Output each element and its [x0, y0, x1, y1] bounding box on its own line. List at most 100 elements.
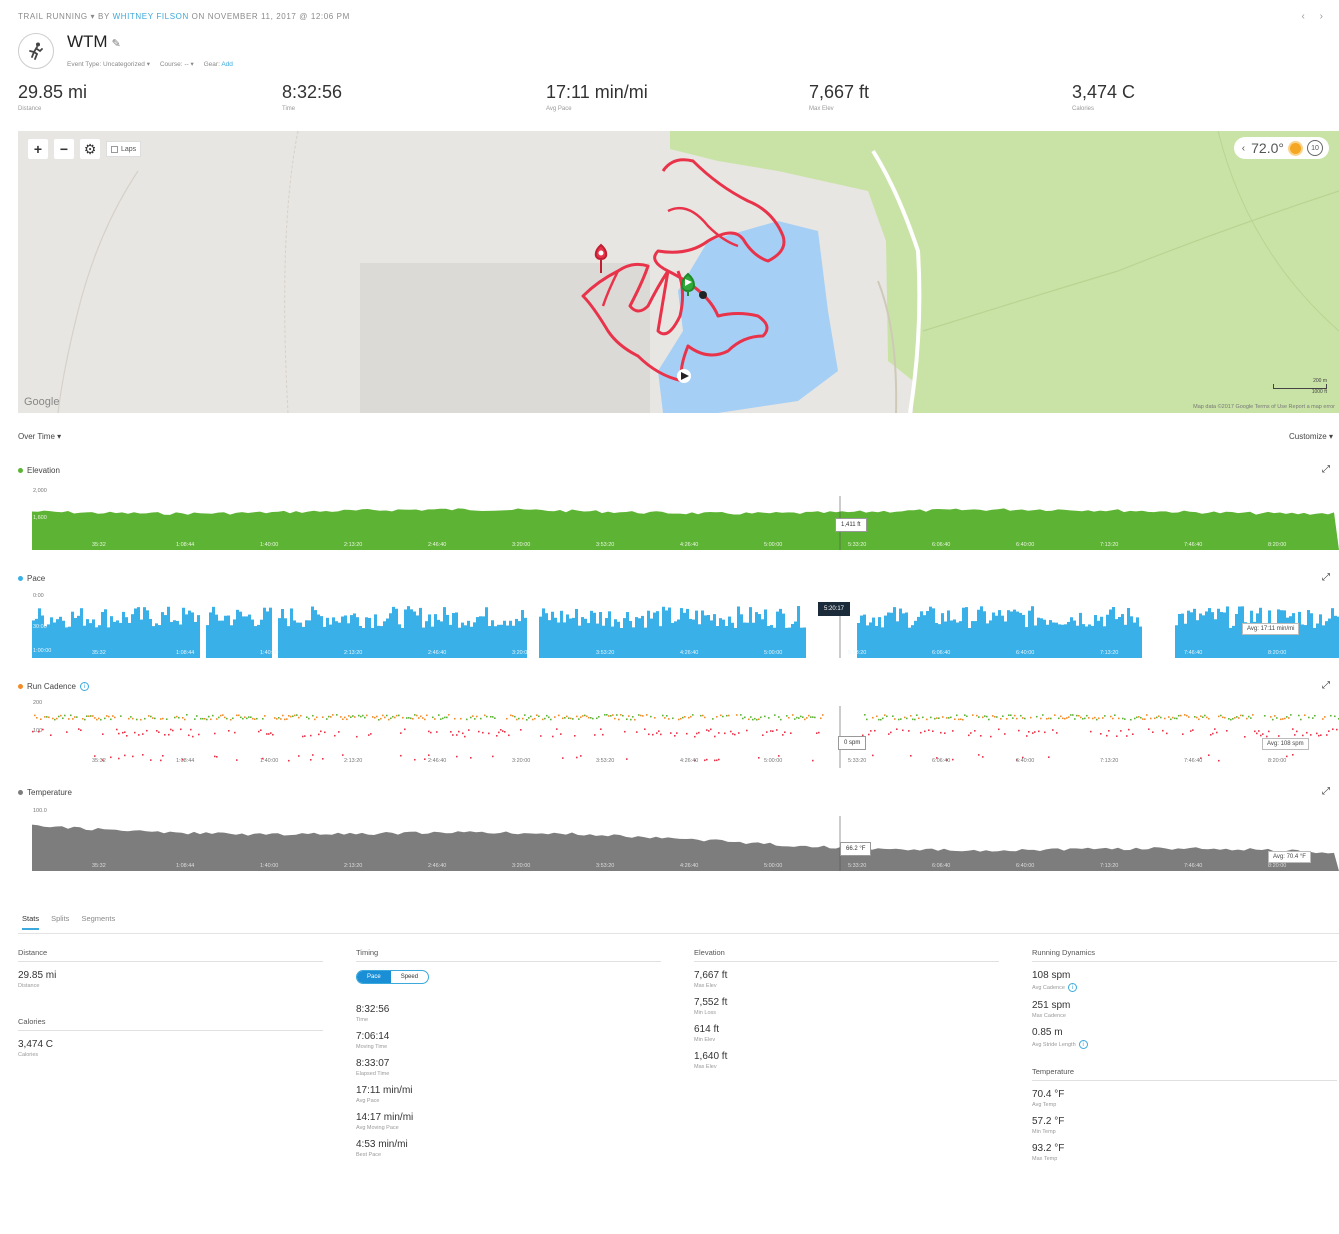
cadence-point	[338, 731, 340, 733]
cadence-point	[1160, 716, 1162, 719]
cadence-point	[880, 718, 882, 721]
pace-bar	[128, 622, 131, 658]
cadence-point	[72, 718, 74, 720]
avg-cadence-info-icon[interactable]: i	[1067, 983, 1077, 992]
tab-segments[interactable]: Segments	[81, 914, 115, 930]
cadence-point	[242, 717, 244, 720]
cadence-point	[472, 715, 474, 717]
event-type-dropdown[interactable]: Event Type: Uncategorized ▾	[67, 61, 150, 68]
expand-temperature-icon[interactable]: ⤢	[1322, 786, 1330, 797]
chevron-left-icon[interactable]: ‹	[1242, 143, 1245, 154]
pace-bar	[314, 610, 317, 658]
pace-bar	[1205, 611, 1208, 658]
temperature-chart-title[interactable]: Temperature	[18, 788, 72, 797]
cadence-info-icon[interactable]: i	[79, 682, 89, 691]
toggle-pace[interactable]: Pace	[357, 971, 391, 983]
cadence-point	[658, 730, 660, 732]
pace-bar	[872, 617, 875, 658]
elevation-chart-title[interactable]: Elevation	[18, 466, 60, 475]
stride-info-icon[interactable]: i	[1078, 1040, 1088, 1049]
tab-stats[interactable]: Stats	[22, 914, 40, 930]
stat-elapsed-time: 8:33:07 Elapsed Time	[356, 1058, 661, 1077]
cadence-point	[50, 734, 52, 736]
cadence-point	[512, 715, 514, 717]
cadence-point	[262, 718, 264, 720]
cadence-point	[1154, 717, 1156, 720]
temperature-tooltip: 66.2 °F	[840, 842, 872, 856]
cadence-point	[1110, 715, 1112, 718]
cadence-point	[950, 716, 952, 719]
pace-bar	[323, 626, 326, 658]
pace-bar	[416, 615, 419, 658]
cadence-point	[650, 715, 652, 718]
laps-toggle[interactable]: Laps	[106, 141, 142, 157]
pace-bar	[629, 620, 632, 658]
cadence-point	[166, 718, 168, 720]
cadence-point	[1318, 734, 1320, 737]
cadence-point	[502, 730, 504, 732]
course-dropdown[interactable]: Course: -- ▾	[160, 61, 194, 68]
zoom-out-button[interactable]: −	[54, 139, 74, 159]
cadence-point	[1014, 714, 1016, 717]
google-logo: Google	[24, 396, 60, 408]
pace-bar	[329, 624, 332, 658]
cadence-point	[250, 716, 252, 718]
customize-dropdown[interactable]: Customize ▾	[1289, 432, 1333, 441]
cadence-point	[740, 714, 742, 716]
pace-bar	[878, 617, 881, 658]
toggle-speed[interactable]: Speed	[391, 971, 428, 983]
pace-bar	[959, 621, 962, 658]
cadence-point	[660, 733, 662, 736]
cadence-point	[484, 714, 486, 717]
cadence-point	[128, 717, 130, 720]
pace-bar	[1037, 617, 1040, 658]
cadence-point	[518, 717, 520, 720]
cadence-point	[124, 731, 126, 733]
cadence-point	[376, 715, 378, 718]
cadence-point	[458, 730, 460, 733]
cadence-point	[1046, 718, 1048, 720]
cadence-point	[1026, 735, 1028, 737]
pace-bar	[1091, 625, 1094, 658]
x-tick-label: 35:32	[92, 650, 106, 656]
map-canvas[interactable]	[18, 131, 1339, 413]
cadence-point	[1280, 718, 1282, 721]
x-tick-label: 1:08:44	[176, 650, 195, 656]
pace-bar	[1052, 622, 1055, 658]
cadence-point	[1106, 734, 1108, 737]
weather-widget[interactable]: ‹ 72.0° 10	[1233, 137, 1329, 159]
expand-cadence-icon[interactable]: ⤢	[1322, 680, 1330, 691]
pace-speed-toggle[interactable]: Pace Speed	[356, 970, 430, 984]
expand-pace-icon[interactable]: ⤢	[1322, 572, 1330, 583]
cadence-point	[362, 714, 364, 717]
pace-bar	[545, 613, 548, 658]
cadence-point	[1270, 716, 1272, 718]
expand-elevation-icon[interactable]: ⤢	[1322, 464, 1330, 475]
cadence-point	[612, 714, 614, 716]
pace-bar	[1046, 624, 1049, 658]
activity-type-dropdown[interactable]: TRAIL RUNNING ▾	[18, 12, 95, 21]
cadence-point	[238, 714, 240, 717]
cadence-point	[1008, 714, 1010, 716]
edit-pencil-icon[interactable]: ✎	[112, 38, 121, 50]
pace-bar	[227, 615, 230, 658]
pace-chart-title[interactable]: Pace	[18, 574, 45, 583]
cadence-point	[716, 759, 718, 762]
cadence-point	[434, 718, 436, 720]
over-time-dropdown[interactable]: Over Time ▾	[18, 432, 61, 441]
map-attribution[interactable]: Map data ©2017 Google Terms of Use Repor…	[1193, 404, 1335, 410]
cadence-point	[992, 715, 994, 717]
author-link[interactable]: WHITNEY FILSON	[113, 12, 189, 21]
route-map[interactable]: + − ⚙ Laps ‹ 72.0° 10 Google 200 m 1000 f…	[18, 131, 1339, 413]
activity-pager[interactable]: ‹ ›	[1302, 11, 1329, 22]
pace-bar	[980, 606, 983, 658]
pace-bar	[71, 611, 74, 658]
pace-bar	[1064, 624, 1067, 658]
add-gear-link[interactable]: Add	[221, 61, 233, 68]
cadence-chart-title[interactable]: Run Cadence i	[18, 682, 89, 691]
zoom-in-button[interactable]: +	[28, 139, 48, 159]
laps-checkbox[interactable]	[111, 145, 118, 153]
pace-bar	[1214, 619, 1217, 658]
tab-splits[interactable]: Splits	[51, 914, 69, 930]
settings-gear-icon[interactable]: ⚙	[80, 139, 100, 159]
